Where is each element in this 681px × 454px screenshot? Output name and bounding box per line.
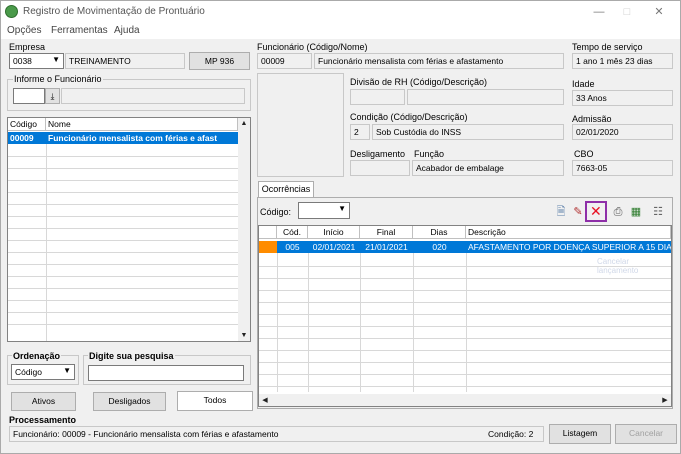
tempo-label: Tempo de serviço [572,42,643,52]
mp936-button[interactable]: MP 936 [189,52,250,70]
ordenacao-select[interactable]: Código ▼ [11,364,75,380]
divisao-code [350,89,405,105]
app-icon [5,5,18,18]
funcionario-code: 00009 [257,53,312,69]
chevron-down-icon: ▼ [52,55,60,64]
tempo-value: 1 ano 1 mês 23 dias [572,53,673,69]
occ-final[interactable]: 21/01/2021 [360,241,413,253]
processamento-text: Funcionário: 00009 - Funcionário mensali… [13,429,279,439]
maximize-icon[interactable]: □ [617,4,637,20]
todos-button[interactable]: Todos [177,391,253,411]
pesquisa-label: Digite sua pesquisa [88,351,175,361]
cbo-value: 7663-05 [572,160,673,176]
col-header-nome[interactable]: Nome [46,118,238,131]
funcao-label: Função [414,149,445,159]
cancelar-button[interactable]: Cancelar [615,424,677,444]
funcionario-label: Funcionário (Código/Nome) [257,42,368,52]
print-icon[interactable]: ⎙ [611,205,625,219]
new-doc-icon[interactable]: 🗎 [554,205,568,219]
listagem-button[interactable]: Listagem [549,424,611,444]
menu-bar: Opções Ferramentas Ajuda [1,23,680,39]
col-header-dias[interactable]: Dias [413,226,466,239]
chevron-down-icon: ▼ [63,366,71,375]
main-window: Registro de Movimentação de Prontuário —… [0,0,681,454]
row-marker-header [259,226,277,239]
col-header-inicio[interactable]: Início [308,226,360,239]
idade-label: Idade [572,79,595,89]
pesquisa-input[interactable] [88,365,244,381]
processamento-status: Funcionário: 00009 - Funcionário mensali… [9,426,544,442]
ordenacao-label: Ordenação [12,351,62,361]
condicao-label: Condição (Código/Descrição) [350,112,468,122]
informe-input[interactable] [13,88,45,104]
desligados-button[interactable]: Desligados [93,392,166,411]
horizontal-scrollbar[interactable]: ◀ ▶ [259,394,671,406]
informe-name-display [61,88,245,104]
codigo-select[interactable]: ▼ [298,202,350,219]
processamento-condicao: Condição: 2 [488,429,534,439]
empresa-label: Empresa [9,42,46,52]
codigo-label: Código: [260,207,292,217]
empresa-name: TREINAMENTO [65,53,185,69]
close-icon[interactable]: ✕ [649,4,669,20]
desligamento-value [350,160,410,176]
scroll-right-icon[interactable]: ▶ [661,396,669,404]
informe-label: Informe o Funcionário [13,74,103,84]
col-header-codigo[interactable]: Código [8,118,46,131]
ativos-button[interactable]: Ativos [11,392,76,411]
condicao-code: 2 [350,124,370,140]
occ-inicio[interactable]: 02/01/2021 [308,241,360,253]
ocorrencias-grid: Cód. Início Final Dias Descrição 005 02/… [258,225,672,407]
menu-ajuda[interactable]: Ajuda [114,25,140,36]
scroll-left-icon[interactable]: ◀ [261,396,269,404]
edit-pencil-icon[interactable]: ✎ [571,205,585,219]
idade-value: 33 Anos [572,90,673,106]
employee-grid: Código Nome 00009 Funcionário mensalista… [7,117,251,342]
admissao-label: Admissão [572,114,612,124]
scroll-up-icon[interactable]: ▲ [238,120,250,127]
employee-photo [257,73,344,177]
vertical-scrollbar[interactable]: ▲ ▼ [238,118,250,341]
delete-x-icon: ✕ [590,203,602,219]
empresa-code-value: 0038 [13,56,32,66]
emp-row-name[interactable]: Funcionário mensalista com férias e afas… [46,132,238,144]
processamento-label: Processamento [9,415,77,425]
menu-opcoes[interactable]: Opções [7,25,41,36]
minimize-icon[interactable]: — [589,4,609,20]
divisao-desc [407,89,564,105]
admissao-value: 02/01/2020 [572,124,673,140]
tab-ocorrencias[interactable]: Ocorrências [258,181,314,197]
occ-descricao[interactable]: AFASTAMENTO POR DOENÇA SUPERIOR A 15 DIA… [466,241,671,253]
title-bar: Registro de Movimentação de Prontuário —… [1,1,680,23]
delete-button[interactable]: ✕ [585,201,607,222]
divisao-label: Divisão de RH (Código/Descrição) [350,77,488,87]
download-arrow-icon[interactable]: ⤓ [45,88,60,104]
emp-row-code[interactable]: 00009 [8,132,46,144]
col-header-descricao[interactable]: Descrição [466,226,671,239]
funcionario-name: Funcionário mensalista com férias e afas… [314,53,564,69]
preview-icon[interactable]: ☷ [651,205,665,219]
funcao-value: Acabador de embalage [412,160,564,176]
menu-ferramentas[interactable]: Ferramentas [51,25,108,36]
condicao-desc: Sob Custódia do INSS [372,124,564,140]
occ-dias[interactable]: 020 [413,241,466,253]
col-header-final[interactable]: Final [360,226,413,239]
chevron-down-icon: ▼ [338,204,346,213]
window-title: Registro de Movimentação de Prontuário [23,6,205,17]
occ-cod[interactable]: 005 [277,241,308,253]
ordenacao-value: Código [15,367,42,377]
desligamento-label: Desligamento [350,149,406,159]
empresa-code-select[interactable]: 0038 ▼ [9,53,64,69]
col-header-cod[interactable]: Cód. [277,226,308,239]
row-marker [259,241,277,253]
cbo-label: CBO [574,149,594,159]
export-excel-icon[interactable]: ▦ [629,205,643,219]
scroll-down-icon[interactable]: ▼ [238,332,250,339]
